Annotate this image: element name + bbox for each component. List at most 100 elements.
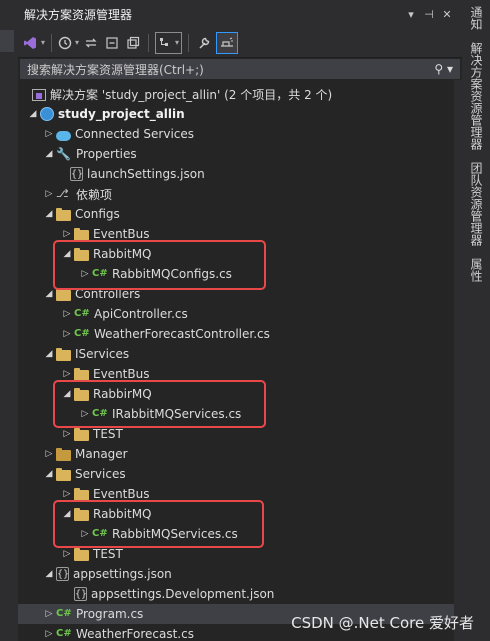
highlight-box-services-rabbitmq [53, 500, 264, 548]
collapse-chevron-icon[interactable]: ▷ [42, 129, 56, 139]
expand-icon[interactable]: ◢ [42, 149, 56, 159]
tree-item-properties[interactable]: ◢ 🔧 Properties [18, 144, 462, 164]
tree-item-label: 解决方案 'study_project_allin' (2 个项目，共 2 个) [50, 87, 333, 102]
collapse-all-icon[interactable] [103, 32, 121, 54]
csharp-file-icon: C# [74, 328, 90, 339]
collapse-chevron-icon[interactable]: ▷ [60, 229, 74, 239]
csharp-file-icon: C# [56, 608, 72, 619]
tree-item-label: EventBus [93, 367, 150, 381]
tree-item-label: EventBus [93, 487, 150, 501]
tree-item-label: Manager [75, 447, 128, 461]
tree-item-launch-settings[interactable]: {} launchSettings.json [18, 164, 462, 184]
watermark: CSDN @.Net Core 爱好者 [291, 614, 474, 632]
solution-tree: 解决方案 'study_project_allin' (2 个项目，共 2 个)… [18, 84, 462, 641]
folder-icon [56, 468, 71, 481]
tree-item-label: study_project_allin [58, 107, 185, 121]
editor-edge-tab[interactable] [0, 30, 14, 52]
panel-title: 解决方案资源管理器 [24, 7, 133, 22]
vertical-scrollbar[interactable] [454, 80, 462, 641]
wrench-icon[interactable] [195, 32, 213, 54]
highlight-box-configs-rabbitmq [53, 240, 266, 290]
collapse-chevron-icon[interactable]: ▷ [60, 329, 74, 339]
pages-icon[interactable] [124, 32, 142, 54]
side-tab-solution-explorer[interactable]: 解决方案资源管理器 [468, 36, 485, 156]
tree-item-appsettings[interactable]: ◢ {} appsettings.json [18, 564, 462, 584]
expand-icon[interactable]: ◢ [42, 289, 56, 299]
tree-item-solution[interactable]: 解决方案 'study_project_allin' (2 个项目，共 2 个) [18, 84, 462, 104]
folder-icon [74, 428, 89, 441]
tree-item-label: IServices [75, 347, 130, 361]
tree-item-dependencies[interactable]: ▷ ⎇ 依赖项 [18, 184, 462, 204]
csharp-file-icon: C# [56, 628, 72, 639]
collapse-chevron-icon[interactable]: ▷ [42, 189, 56, 199]
collapse-chevron-icon[interactable]: ▷ [60, 309, 74, 319]
expand-icon[interactable]: ◢ [42, 569, 56, 579]
collapse-chevron-icon[interactable]: ▷ [42, 449, 56, 459]
expand-icon[interactable]: ◢ [42, 209, 56, 219]
close-icon[interactable]: ✕ [438, 8, 456, 21]
folder-icon [56, 288, 71, 301]
tree-item-label: Services [75, 467, 126, 481]
properties-icon: 🔧 [56, 147, 71, 161]
collapse-chevron-icon[interactable]: ▷ [60, 369, 74, 379]
panel-titlebar: 解决方案资源管理器 ▾ ⊣ ✕ [18, 0, 462, 28]
tree-item-iservices[interactable]: ◢ IServices [18, 344, 462, 364]
tree-item-label: appsettings.json [73, 567, 172, 581]
history-icon[interactable]: ▾ [58, 32, 79, 54]
vs-switch-icon[interactable]: ▾ [22, 32, 45, 54]
collapse-chevron-icon[interactable]: ▷ [42, 629, 56, 639]
auto-hide-pin-icon[interactable]: ⊣ [420, 8, 438, 21]
tree-item-label: launchSettings.json [87, 167, 205, 181]
json-file-icon: {} [56, 567, 70, 581]
folder-icon [56, 208, 71, 221]
tree-item-api-controller[interactable]: ▷ C# ApiController.cs [18, 304, 462, 324]
collapse-chevron-icon[interactable]: ▷ [60, 429, 74, 439]
collapse-chevron-icon[interactable]: ▷ [60, 549, 74, 559]
editor-edge-strip [0, 0, 18, 641]
side-tab-team-explorer[interactable]: 团队资源管理器 [468, 156, 485, 252]
collapse-chevron-icon[interactable]: ▷ [60, 489, 74, 499]
collapse-chevron-icon[interactable]: ▷ [42, 609, 56, 619]
json-file-icon: {} [70, 167, 84, 181]
dependencies-icon: ⎇ [56, 187, 69, 200]
tree-item-appsettings-dev[interactable]: {} appsettings.Development.json [18, 584, 462, 604]
tree-item-services[interactable]: ◢ Services [18, 464, 462, 484]
tree-item-configs[interactable]: ◢ Configs [18, 204, 462, 224]
folder-icon [56, 448, 71, 461]
search-input[interactable]: 搜索解决方案资源管理器(Ctrl+;) [27, 61, 434, 78]
expand-icon[interactable]: ◢ [42, 349, 56, 359]
side-tab-notifications[interactable]: 通知 [468, 0, 485, 36]
tree-item-label: Properties [76, 147, 137, 161]
highlight-box-iservices-rabbirmq [53, 380, 266, 428]
side-tab-properties[interactable]: 属性 [468, 252, 485, 288]
show-files-icon[interactable]: ▾ [155, 31, 183, 54]
tree-item-weather-controller[interactable]: ▷ C# WeatherForecastController.cs [18, 324, 462, 344]
search-icon[interactable]: ⚲ ▾ [434, 62, 453, 76]
solution-icon [32, 88, 46, 101]
tree-item-label: EventBus [93, 227, 150, 241]
tree-item-project[interactable]: ◢ study_project_allin [18, 104, 462, 124]
tree-item-label: appsettings.Development.json [91, 587, 275, 601]
toolbar-separator [148, 33, 150, 52]
toolbar: ▾ ▾ ▾ [18, 28, 462, 58]
csharp-file-icon: C# [74, 308, 90, 319]
tree-item-manager[interactable]: ▷ Manager [18, 444, 462, 464]
tree-item-label: TEST [93, 427, 123, 441]
tree-item-label: TEST [93, 547, 123, 561]
tree-item-label: Program.cs [76, 607, 144, 621]
toolbar-separator [188, 33, 190, 52]
expand-icon[interactable]: ◢ [26, 109, 40, 119]
folder-icon [56, 348, 71, 361]
sync-icon[interactable] [82, 32, 100, 54]
preview-icon[interactable] [216, 31, 239, 54]
tree-item-label: Configs [75, 207, 120, 221]
search-box[interactable]: 搜索解决方案资源管理器(Ctrl+;) ⚲ ▾ [20, 59, 460, 79]
window-position-dropdown-icon[interactable]: ▾ [402, 8, 420, 21]
toolbar-separator [51, 33, 53, 52]
json-file-icon: {} [74, 587, 88, 601]
expand-icon[interactable]: ◢ [42, 469, 56, 479]
tree-item-label: WeatherForecast.cs [76, 627, 194, 641]
tree-item-label: 依赖项 [76, 187, 113, 202]
tree-item-label: WeatherForecastController.cs [94, 327, 270, 341]
tree-item-connected-services[interactable]: ▷ Connected Services [18, 124, 462, 144]
